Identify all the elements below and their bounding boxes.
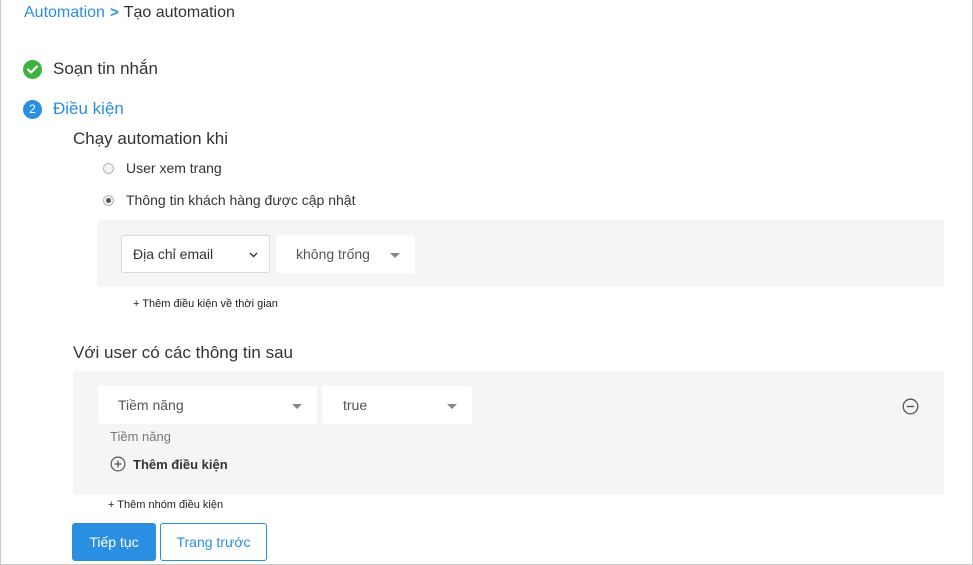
continue-button[interactable]: Tiếp tục — [72, 523, 156, 561]
trigger-operator-select[interactable]: không trống — [276, 235, 415, 273]
trigger-section-title: Chạy automation khi — [73, 129, 228, 148]
caret-down-icon — [447, 404, 457, 409]
add-condition-label: Thêm điều kiện — [133, 456, 228, 472]
filter-hint-text: Tiềm năng — [110, 429, 171, 444]
back-button[interactable]: Trang trước — [160, 523, 267, 561]
step-title: Soạn tin nhắn — [53, 59, 158, 78]
check-circle-icon — [23, 59, 42, 79]
add-condition-button[interactable]: Thêm điều kiện — [110, 456, 228, 472]
breadcrumb-current: Tạo automation — [123, 4, 235, 21]
radio-option-view-page[interactable]: User xem trang — [103, 160, 222, 176]
step-conditions[interactable]: 2 Điều kiện — [23, 99, 124, 119]
plus-circle-icon — [110, 456, 126, 472]
select-value: Địa chỉ email — [133, 246, 214, 262]
filters-section-title: Với user có các thông tin sau — [73, 343, 293, 362]
chevron-down-icon — [249, 252, 258, 258]
radio-label: Thông tin khách hàng được cập nhật — [126, 192, 356, 208]
radio-button[interactable] — [103, 162, 114, 174]
filter-value-select[interactable]: true — [322, 386, 472, 424]
trigger-field-select[interactable]: Địa chỉ email — [121, 235, 270, 273]
step-number-badge: 2 — [23, 99, 42, 119]
select-value: true — [343, 397, 368, 413]
chevron-right-icon: > — [109, 4, 119, 21]
remove-condition-icon[interactable] — [902, 398, 919, 415]
add-time-condition-link[interactable]: + Thêm điều kiện về thời gian — [133, 298, 278, 310]
caret-down-icon — [390, 253, 400, 258]
filter-field-select[interactable]: Tiềm năng — [98, 386, 317, 424]
radio-label: User xem trang — [126, 160, 222, 176]
add-condition-group-link[interactable]: + Thêm nhóm điều kiện — [108, 499, 223, 511]
radio-button-selected[interactable] — [103, 194, 114, 206]
select-value: không trống — [296, 246, 370, 262]
step-compose-message[interactable]: Soạn tin nhắn — [23, 59, 158, 79]
caret-down-icon — [292, 404, 302, 409]
radio-option-customer-updated[interactable]: Thông tin khách hàng được cập nhật — [103, 192, 355, 208]
breadcrumb-link-automation[interactable]: Automation — [24, 4, 105, 22]
select-value: Tiềm năng — [118, 397, 184, 413]
step-title: Điều kiện — [53, 99, 124, 118]
breadcrumb: Automation > Tạo automation — [24, 4, 235, 22]
